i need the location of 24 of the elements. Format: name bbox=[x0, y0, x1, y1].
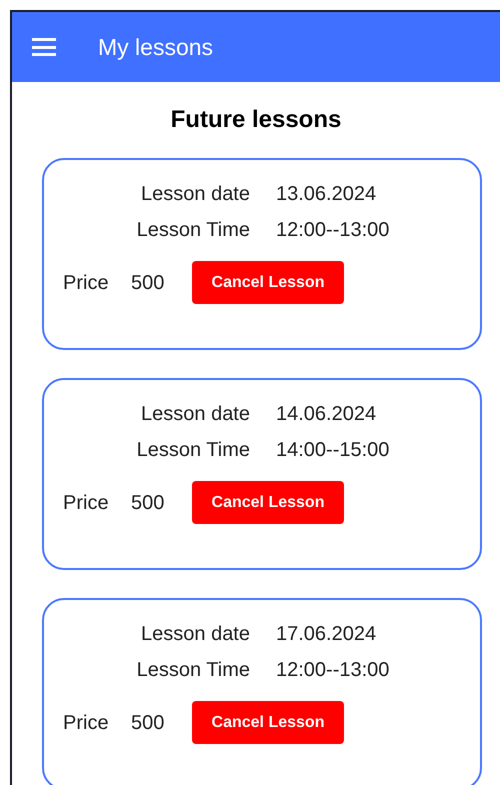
date-value: 14.06.2024 bbox=[276, 402, 378, 427]
price-label: Price bbox=[63, 490, 110, 516]
time-label: Lesson Time bbox=[136, 218, 250, 243]
menu-icon[interactable] bbox=[32, 38, 56, 56]
time-label: Lesson Time bbox=[136, 658, 250, 683]
time-label: Lesson Time bbox=[136, 438, 250, 463]
price-value: 500 bbox=[131, 270, 166, 296]
price-label: Price bbox=[63, 710, 110, 736]
time-value: 14:00--15:00 bbox=[276, 438, 390, 463]
price-value: 500 bbox=[131, 710, 166, 736]
price-value: 500 bbox=[131, 490, 166, 516]
date-label: Lesson date bbox=[140, 622, 250, 647]
time-value: 12:00--13:00 bbox=[276, 658, 390, 683]
section-heading: Future lessons bbox=[170, 105, 342, 135]
date-label: Lesson date bbox=[140, 182, 250, 207]
app-title: My lessons bbox=[98, 32, 214, 62]
date-label: Lesson date bbox=[140, 402, 250, 427]
price-label: Price bbox=[63, 270, 110, 296]
date-value: 17.06.2024 bbox=[276, 622, 378, 647]
cancel-lesson-button[interactable]: Cancel Lesson bbox=[192, 481, 344, 524]
cancel-lesson-button[interactable]: Cancel Lesson bbox=[192, 701, 344, 744]
time-value: 12:00--13:00 bbox=[276, 218, 390, 243]
cancel-lesson-button[interactable]: Cancel Lesson bbox=[192, 261, 344, 304]
date-value: 13.06.2024 bbox=[276, 182, 378, 207]
